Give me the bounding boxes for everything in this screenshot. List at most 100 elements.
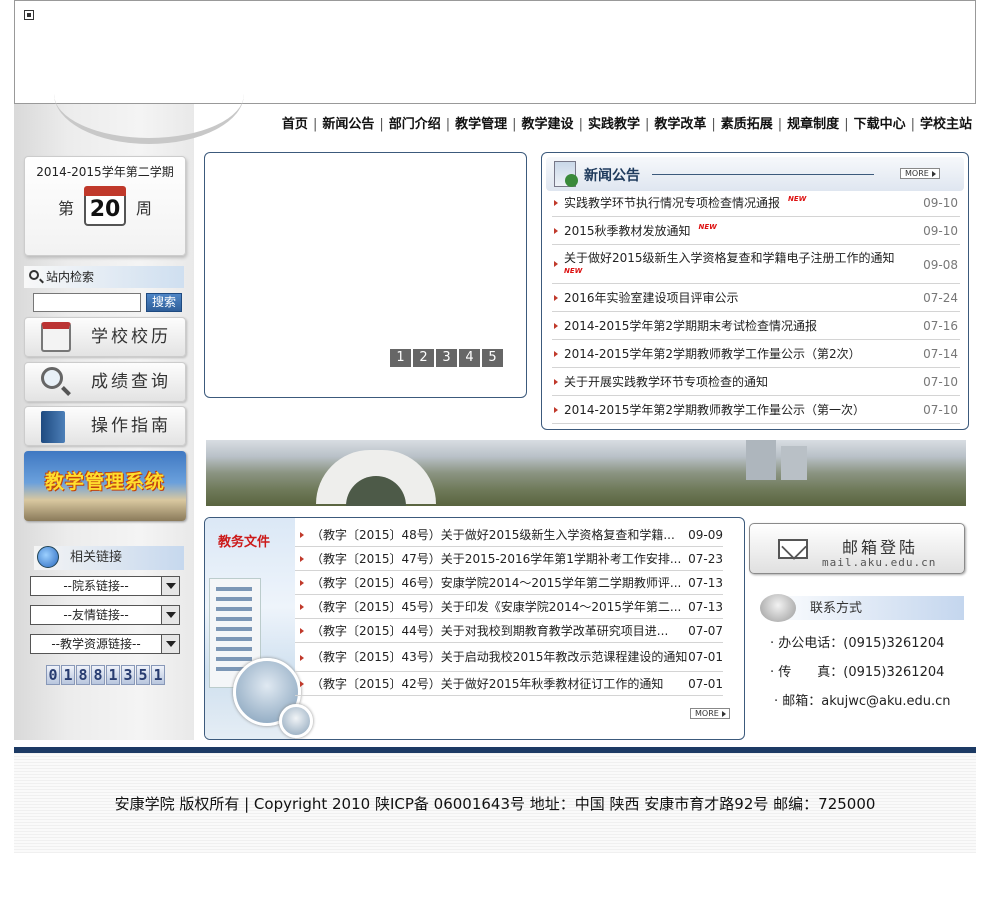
document-item[interactable]: （教字〔2015〕47号）关于2015-2016学年第1学期补考工作安排... 0… — [295, 547, 723, 571]
grade-query-button[interactable]: 成绩查询 — [24, 362, 186, 402]
week-indicator: 2014-2015学年第二学期 第 20 周 — [24, 156, 186, 256]
teaching-management-system-banner[interactable]: 教学管理系统 — [24, 451, 186, 521]
search-title: 站内检索 — [24, 266, 184, 288]
news-item-date: 09-10 — [923, 196, 958, 210]
slider-page-2[interactable]: 2 — [413, 349, 434, 367]
search-button[interactable]: 搜索 — [146, 293, 182, 312]
news-item[interactable]: 2014-2015学年第2学期教师教学工作量公示（第2次） 07-14 — [552, 340, 960, 368]
counter-digit: 5 — [136, 665, 150, 685]
news-header: 新闻公告 MORE — [546, 157, 964, 191]
document-item[interactable]: （教字〔2015〕42号）关于做好2015年秋季教材征订工作的通知 07-01 — [295, 672, 723, 696]
related-links-title: 相关链接 — [34, 546, 184, 570]
nav-item-0[interactable]: 首页 — [282, 117, 308, 132]
bullet-icon — [554, 261, 558, 267]
document-item-title: （教字〔2015〕42号）关于做好2015年秋季教材征订工作的通知 — [311, 677, 664, 691]
documents-list: （教字〔2015〕48号）关于做好2015级新生入学资格复查和学籍... 09-0… — [295, 523, 723, 696]
news-item-date: 07-14 — [923, 347, 958, 361]
week-suffix: 周 — [136, 199, 153, 218]
bullet-icon — [300, 681, 304, 687]
visitor-counter: 0 1 8 8 1 3 5 1 — [46, 665, 165, 687]
counter-digit: 8 — [76, 665, 90, 685]
building-shape — [746, 440, 776, 480]
counter-digit: 0 — [46, 665, 60, 685]
calendar-icon — [41, 322, 71, 352]
week-number: 20 — [89, 197, 121, 222]
chevron-down-icon[interactable] — [161, 606, 179, 624]
news-item[interactable]: 2015秋季教材发放通知 NEW 09-10 — [552, 217, 960, 245]
nav-item-4[interactable]: 教学建设 — [522, 117, 574, 132]
department-links-select[interactable]: --院系链接-- — [30, 576, 180, 596]
news-item-date: 07-24 — [923, 291, 958, 305]
news-divider — [652, 174, 874, 175]
search-input[interactable] — [33, 293, 141, 312]
news-item-date: 07-10 — [923, 375, 958, 389]
nav-item-9[interactable]: 下载中心 — [854, 117, 906, 132]
document-item-date: 07-07 — [688, 624, 723, 638]
nav-item-8[interactable]: 规章制度 — [787, 117, 839, 132]
document-item[interactable]: （教字〔2015〕43号）关于启动我校2015年教改示范课程建设的通知 07-01 — [295, 643, 723, 672]
nav-item-10[interactable]: 学校主站 — [920, 117, 972, 132]
news-item[interactable]: 2014-2015学年第2学期期末考试检查情况通报 07-16 — [552, 312, 960, 340]
bullet-icon — [300, 580, 304, 586]
nav-item-3[interactable]: 教学管理 — [455, 117, 507, 132]
telephone-icon — [760, 594, 796, 622]
news-panel: 新闻公告 MORE 实践教学环节执行情况专项检查情况通报 NEW 09-10 2015… — [541, 152, 969, 430]
document-item[interactable]: （教字〔2015〕48号）关于做好2015级新生入学资格复查和学籍... 09-0… — [295, 523, 723, 547]
slider-page-4[interactable]: 4 — [459, 349, 480, 367]
nav-item-5[interactable]: 实践教学 — [588, 117, 640, 132]
school-calendar-button[interactable]: 学校校历 — [24, 317, 186, 357]
contact-phone: · 办公电话：(0915)3261204 — [770, 636, 945, 651]
slider-page-3[interactable]: 3 — [436, 349, 457, 367]
news-item[interactable]: 2016年实验室建设项目评审公示 07-24 — [552, 284, 960, 312]
document-item[interactable]: （教字〔2015〕44号）关于对我校到期教育教学改革研究项目进... 07-07 — [295, 619, 723, 643]
contact-title-text: 联系方式 — [810, 601, 863, 616]
nav-item-2[interactable]: 部门介绍 — [389, 117, 441, 132]
nav-separator: | — [910, 117, 915, 132]
nav-item-7[interactable]: 素质拓展 — [721, 117, 773, 132]
slider-page-5[interactable]: 5 — [482, 349, 503, 367]
mail-login-url: mail.aku.edu.cn — [822, 556, 937, 569]
documents-more-button[interactable]: MORE — [690, 708, 730, 719]
bullet-icon — [300, 628, 304, 634]
document-item[interactable]: （教字〔2015〕45号）关于印发《安康学院2014～2015学年第二... 07… — [295, 595, 723, 619]
news-item[interactable]: 实践教学环节执行情况专项检查情况通报 NEW 09-10 — [552, 189, 960, 217]
bullet-icon — [300, 556, 304, 562]
documents-title: 教务文件 — [218, 535, 271, 550]
document-item-title: （教字〔2015〕47号）关于2015-2016学年第1学期补考工作安排... — [311, 552, 682, 566]
week-term: 2014-2015学年第二学期 — [36, 165, 174, 179]
news-item-date: 07-10 — [923, 403, 958, 417]
bullet-icon — [300, 532, 304, 538]
campus-thumbnail — [279, 704, 313, 738]
bullet-icon — [554, 228, 558, 234]
contact-fax: · 传 真：(0915)3261204 — [770, 665, 945, 680]
news-more-button[interactable]: MORE — [900, 168, 940, 179]
news-icon — [554, 161, 578, 187]
news-item-title: 2014-2015学年第2学期期末考试检查情况通报 — [564, 319, 818, 333]
news-item[interactable]: 关于做好2015级新生入学资格复查和学籍电子注册工作的通知 NEW 09-08 — [552, 245, 960, 284]
document-item-date: 07-13 — [688, 600, 723, 614]
operation-guide-label: 操作指南 — [91, 416, 171, 436]
footer: 安康学院 版权所有 | Copyright 2010 陕ICP备 0600164… — [14, 753, 976, 853]
news-item[interactable]: 关于开展实践教学环节专项检查的通知 07-10 — [552, 368, 960, 396]
document-item[interactable]: （教字〔2015〕46号）安康学院2014～2015学年第二学期教师评... 07… — [295, 571, 723, 595]
teaching-resource-links-select[interactable]: --教学资源链接-- — [30, 634, 180, 654]
nav-item-6[interactable]: 教学改革 — [654, 117, 706, 132]
mail-login-title: 邮箱登陆 — [842, 538, 919, 557]
bridge-shape — [316, 450, 436, 506]
news-list: 实践教学环节执行情况专项检查情况通报 NEW 09-10 2015秋季教材发放通知 NE… — [552, 189, 960, 424]
nav-separator: | — [777, 117, 783, 132]
news-item-title: 关于做好2015级新生入学资格复查和学籍电子注册工作的通知 NEW — [564, 245, 899, 276]
news-item[interactable]: 2014-2015学年第2学期教师教学工作量公示（第一次） 07-10 — [552, 396, 960, 424]
nav-item-1[interactable]: 新闻公告 — [322, 117, 374, 132]
chevron-down-icon[interactable] — [161, 577, 179, 595]
document-item-title: （教字〔2015〕43号）关于启动我校2015年教改示范课程建设的通知 — [311, 650, 688, 664]
nav-separator: | — [445, 117, 451, 132]
news-item-title: 2016年实验室建设项目评审公示 — [564, 291, 739, 305]
envelope-icon — [778, 539, 808, 559]
chevron-down-icon[interactable] — [161, 635, 179, 653]
slider-page-1[interactable]: 1 — [390, 349, 411, 367]
operation-guide-button[interactable]: 操作指南 — [24, 406, 186, 446]
mail-login-button[interactable]: 邮箱登陆 mail.aku.edu.cn — [749, 523, 965, 574]
friend-links-select[interactable]: --友情链接-- — [30, 605, 180, 625]
department-links-value: --院系链接-- — [63, 579, 129, 593]
